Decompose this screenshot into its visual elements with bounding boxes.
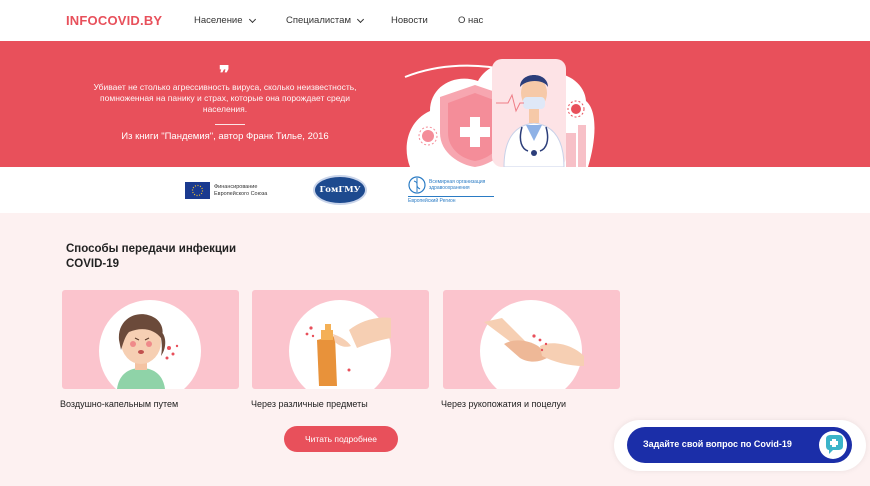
partners-bar: Финансирование Европейского Союза ГомГМУ…: [0, 167, 870, 213]
quote-divider: [215, 124, 245, 125]
who-region-text: Европейский Регион: [408, 198, 456, 204]
who-divider: [408, 196, 494, 197]
doctor-illustration: [404, 59, 595, 167]
eu-logo[interactable]: Финансирование Европейского Союза: [185, 182, 274, 199]
who-logo-text: Всемирная организация здравоохранения: [429, 179, 486, 191]
section-title: Способы передачи инфекции COVID-19: [66, 243, 237, 270]
spray-hand-icon: [305, 317, 391, 386]
sneezing-person-icon: [117, 314, 179, 389]
hero-quote-source: Из книги "Пандемия", автор Франк Тилье, …: [121, 131, 329, 142]
gomgmu-logo-text: ГомГМУ: [319, 185, 361, 195]
gomgmu-logo[interactable]: ГомГМУ: [313, 175, 367, 205]
transmission-card-handshake[interactable]: [443, 290, 620, 389]
handshake-icon: [484, 318, 584, 366]
chat-plus-icon: [819, 431, 847, 459]
chevron-down-icon: [356, 15, 365, 23]
nav-population[interactable]: Население: [194, 15, 256, 26]
eu-logo-text: Финансирование Европейского Союза: [214, 184, 268, 197]
ask-question-label: Задайте свой вопрос по Covid-19: [643, 439, 792, 449]
nav-population-label: Население: [194, 15, 243, 26]
who-logo[interactable]: Всемирная организация здравоохранения Ев…: [408, 176, 498, 204]
nav-about-label: О нас: [458, 15, 484, 26]
eu-flag-icon: [185, 182, 210, 199]
card-label-handshake: Через рукопожатия и поцелуи: [441, 399, 566, 409]
quote-icon: ❞: [219, 61, 230, 85]
transmission-card-airborne[interactable]: [62, 290, 239, 389]
who-emblem-icon: [408, 176, 426, 194]
site-header: INFOCOVID.BY Население Специалистам Ново…: [0, 0, 870, 41]
chevron-down-icon: [248, 15, 256, 23]
nav-news[interactable]: Новости: [391, 15, 428, 26]
hero-quote: Убивает не столько агрессивность вируса,…: [93, 82, 357, 114]
nav-about[interactable]: О нас: [458, 15, 483, 26]
hero-banner: ❞ Убивает не столько агрессивность вирус…: [0, 41, 870, 167]
site-logo[interactable]: INFOCOVID.BY: [66, 13, 162, 28]
transmission-card-objects[interactable]: [252, 290, 429, 389]
nav-specialists-label: Специалистам: [286, 15, 351, 26]
nav-news-label: Новости: [391, 15, 428, 26]
card-label-airborne: Воздушно-капельным путем: [60, 399, 179, 409]
nav-specialists[interactable]: Специалистам: [286, 15, 365, 26]
ask-question-button[interactable]: Задайте свой вопрос по Covid-19: [627, 427, 852, 463]
card-label-objects: Через различные предметы: [251, 399, 368, 409]
read-more-button[interactable]: Читать подробнее: [284, 426, 398, 452]
